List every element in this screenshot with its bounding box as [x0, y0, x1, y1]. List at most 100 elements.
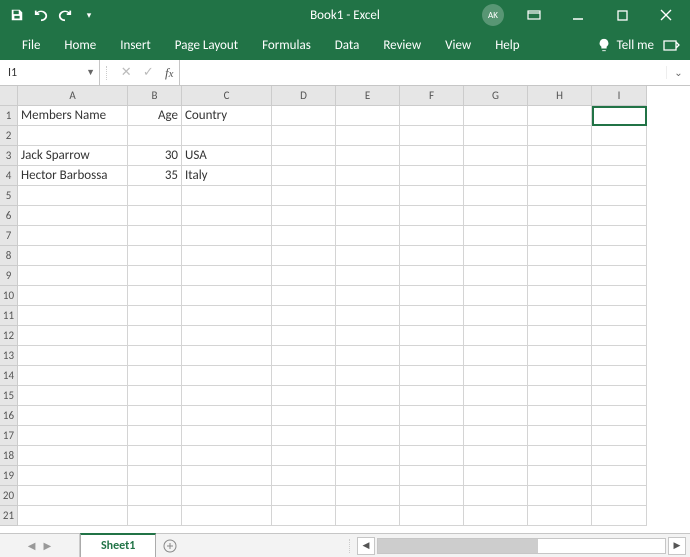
cell-A14[interactable] — [18, 366, 128, 386]
expand-formula-bar-icon[interactable]: ⌄ — [666, 66, 690, 79]
cell-E6[interactable] — [336, 206, 400, 226]
cell-C1[interactable]: Country — [182, 106, 272, 126]
cell-F17[interactable] — [400, 426, 464, 446]
cell-B14[interactable] — [128, 366, 182, 386]
cell-B12[interactable] — [128, 326, 182, 346]
chevron-down-icon[interactable]: ▼ — [86, 67, 95, 78]
cell-D14[interactable] — [272, 366, 336, 386]
scroll-right-button[interactable]: ▶ — [668, 537, 686, 555]
row-header-17[interactable]: 17 — [0, 426, 18, 446]
cell-E1[interactable] — [336, 106, 400, 126]
cell-E8[interactable] — [336, 246, 400, 266]
cell-C14[interactable] — [182, 366, 272, 386]
cell-I18[interactable] — [592, 446, 647, 466]
row-header-9[interactable]: 9 — [0, 266, 18, 286]
cells-area[interactable]: Members NameAgeCountryJack Sparrow30USAH… — [18, 106, 690, 526]
cell-A19[interactable] — [18, 466, 128, 486]
cell-C17[interactable] — [182, 426, 272, 446]
cell-G7[interactable] — [464, 226, 528, 246]
scroll-thumb[interactable] — [378, 539, 538, 553]
cell-I11[interactable] — [592, 306, 647, 326]
cell-E20[interactable] — [336, 486, 400, 506]
cell-A17[interactable] — [18, 426, 128, 446]
cell-B16[interactable] — [128, 406, 182, 426]
ribbon-display-options-icon[interactable] — [514, 0, 554, 30]
cell-H19[interactable] — [528, 466, 592, 486]
cell-C2[interactable] — [182, 126, 272, 146]
cell-E15[interactable] — [336, 386, 400, 406]
scroll-track[interactable] — [377, 538, 666, 554]
cell-A15[interactable] — [18, 386, 128, 406]
cell-G19[interactable] — [464, 466, 528, 486]
ribbon-tab-file[interactable]: File — [10, 32, 52, 59]
cell-H9[interactable] — [528, 266, 592, 286]
cell-F13[interactable] — [400, 346, 464, 366]
cell-C21[interactable] — [182, 506, 272, 526]
cell-I6[interactable] — [592, 206, 647, 226]
cell-I15[interactable] — [592, 386, 647, 406]
ribbon-tab-insert[interactable]: Insert — [108, 32, 163, 59]
row-header-3[interactable]: 3 — [0, 146, 18, 166]
cell-D5[interactable] — [272, 186, 336, 206]
cell-D6[interactable] — [272, 206, 336, 226]
cell-G1[interactable] — [464, 106, 528, 126]
cell-I20[interactable] — [592, 486, 647, 506]
cell-D4[interactable] — [272, 166, 336, 186]
redo-icon[interactable] — [56, 6, 74, 24]
cell-F7[interactable] — [400, 226, 464, 246]
cell-H18[interactable] — [528, 446, 592, 466]
cell-F6[interactable] — [400, 206, 464, 226]
cell-E21[interactable] — [336, 506, 400, 526]
cell-F1[interactable] — [400, 106, 464, 126]
close-button[interactable] — [646, 0, 686, 30]
cell-G10[interactable] — [464, 286, 528, 306]
row-header-14[interactable]: 14 — [0, 366, 18, 386]
row-header-7[interactable]: 7 — [0, 226, 18, 246]
cell-G2[interactable] — [464, 126, 528, 146]
cell-B7[interactable] — [128, 226, 182, 246]
row-header-18[interactable]: 18 — [0, 446, 18, 466]
qat-customize-icon[interactable]: ▾ — [80, 6, 98, 24]
cell-A13[interactable] — [18, 346, 128, 366]
cell-F4[interactable] — [400, 166, 464, 186]
cell-B17[interactable] — [128, 426, 182, 446]
cell-F14[interactable] — [400, 366, 464, 386]
cell-D15[interactable] — [272, 386, 336, 406]
cell-E11[interactable] — [336, 306, 400, 326]
cell-F8[interactable] — [400, 246, 464, 266]
cell-C9[interactable] — [182, 266, 272, 286]
cell-H17[interactable] — [528, 426, 592, 446]
cell-F12[interactable] — [400, 326, 464, 346]
cell-B1[interactable]: Age — [128, 106, 182, 126]
cell-C13[interactable] — [182, 346, 272, 366]
cell-H21[interactable] — [528, 506, 592, 526]
row-header-12[interactable]: 12 — [0, 326, 18, 346]
cell-I9[interactable] — [592, 266, 647, 286]
cell-F9[interactable] — [400, 266, 464, 286]
cell-C6[interactable] — [182, 206, 272, 226]
cell-I4[interactable] — [592, 166, 647, 186]
row-header-15[interactable]: 15 — [0, 386, 18, 406]
cell-I2[interactable] — [592, 126, 647, 146]
cell-G11[interactable] — [464, 306, 528, 326]
cell-H3[interactable] — [528, 146, 592, 166]
cell-G12[interactable] — [464, 326, 528, 346]
row-header-16[interactable]: 16 — [0, 406, 18, 426]
maximize-button[interactable] — [602, 0, 642, 30]
cell-D3[interactable] — [272, 146, 336, 166]
cell-I17[interactable] — [592, 426, 647, 446]
cell-D16[interactable] — [272, 406, 336, 426]
cell-B3[interactable]: 30 — [128, 146, 182, 166]
cell-A11[interactable] — [18, 306, 128, 326]
cell-I8[interactable] — [592, 246, 647, 266]
column-header-F[interactable]: F — [400, 86, 464, 106]
minimize-button[interactable] — [558, 0, 598, 30]
cell-F16[interactable] — [400, 406, 464, 426]
cell-I3[interactable] — [592, 146, 647, 166]
cell-E4[interactable] — [336, 166, 400, 186]
cell-C20[interactable] — [182, 486, 272, 506]
cell-C11[interactable] — [182, 306, 272, 326]
cell-A1[interactable]: Members Name — [18, 106, 128, 126]
cell-F18[interactable] — [400, 446, 464, 466]
cell-I1[interactable] — [592, 106, 647, 126]
